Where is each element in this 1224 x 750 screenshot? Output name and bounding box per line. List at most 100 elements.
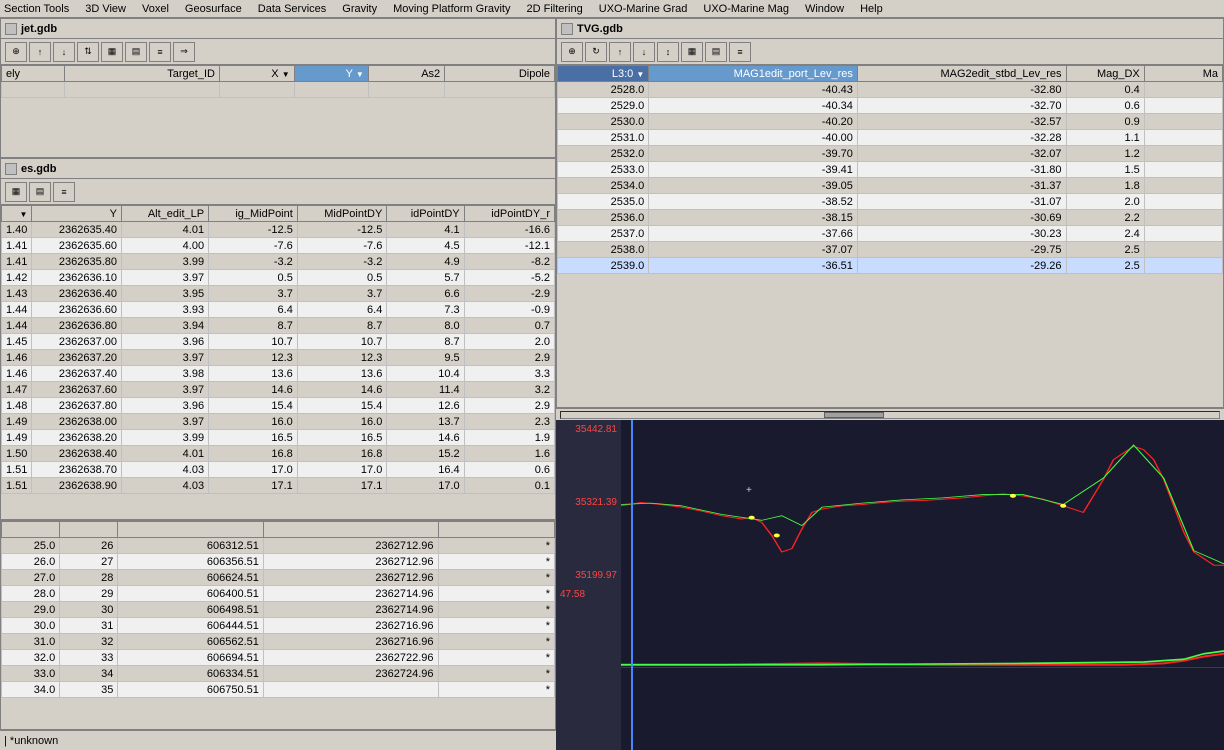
tb-icon1[interactable]: ▦ — [5, 182, 27, 202]
menu-moving-platform-gravity[interactable]: Moving Platform Gravity — [391, 3, 512, 15]
col-idpointdyr: idPointDY_r — [464, 206, 554, 222]
table-row[interactable]: 2531.0-40.00-32.281.1 — [558, 130, 1223, 146]
menu-2d-filtering[interactable]: 2D Filtering — [525, 3, 585, 15]
es-gdb-grid-wrapper[interactable]: ▼ Y Alt_edit_LP ig_MidPoint MidPointDY i… — [1, 205, 555, 494]
table-row[interactable]: 2538.0-37.07-29.752.5 — [558, 242, 1223, 258]
tb-icon2[interactable]: ▤ — [29, 182, 51, 202]
table-row[interactable]: 26.027606356.512362712.96* — [2, 554, 555, 570]
tb-grid1[interactable]: ▦ — [101, 42, 123, 62]
table-row[interactable]: 25.026606312.512362712.96* — [2, 538, 555, 554]
menu-help[interactable]: Help — [858, 3, 885, 15]
tvg-tb-5[interactable]: ↕ — [657, 42, 679, 62]
cell: 2362716.96 — [263, 618, 438, 634]
menu-uxo-marine-grad[interactable]: UXO-Marine Grad — [597, 3, 690, 15]
table-row[interactable]: 1.492362638.003.9716.016.013.72.3 — [2, 414, 555, 430]
tvg-tb-6[interactable]: ▦ — [681, 42, 703, 62]
scrollbar-track[interactable] — [560, 411, 1220, 419]
cell — [294, 82, 368, 98]
cell — [1144, 130, 1222, 146]
table-row[interactable]: 33.034606334.512362724.96* — [2, 666, 555, 682]
cell: 3.98 — [122, 366, 209, 382]
scrollbar-thumb[interactable] — [824, 412, 884, 418]
col-alt: Alt_edit_LP — [122, 206, 209, 222]
table-row[interactable]: 32.033606694.512362722.96* — [2, 650, 555, 666]
chart-bottom-y-axis: 47.58 — [556, 585, 621, 750]
jet-gdb-window: jet.gdb ⊕ ↑ ↓ ⇅ ▦ ▤ ≡ ⇒ ely Target_ID — [0, 18, 556, 158]
menu-3d-view[interactable]: 3D View — [83, 3, 128, 15]
table-row[interactable]: 30.031606444.512362716.96* — [2, 618, 555, 634]
cell: 3.99 — [122, 254, 209, 270]
cell: 9.5 — [387, 350, 464, 366]
table-row[interactable]: 1.502362638.404.0116.816.815.21.6 — [2, 446, 555, 462]
table-row[interactable]: 1.412362635.604.00-7.6-7.64.5-12.1 — [2, 238, 555, 254]
table-row[interactable]: 2535.0-38.52-31.072.0 — [558, 194, 1223, 210]
table-row[interactable]: 2537.0-37.66-30.232.4 — [558, 226, 1223, 242]
table-row[interactable]: 1.512362638.904.0317.117.117.00.1 — [2, 478, 555, 494]
menu-voxel[interactable]: Voxel — [140, 3, 171, 15]
menu-uxo-marine-mag[interactable]: UXO-Marine Mag — [701, 3, 791, 15]
cell: 1.47 — [2, 382, 32, 398]
table-row[interactable]: 2530.0-40.20-32.570.9 — [558, 114, 1223, 130]
tvg-tb-8[interactable]: ≡ — [729, 42, 751, 62]
menu-gravity[interactable]: Gravity — [340, 3, 379, 15]
table-row[interactable]: 1.482362637.803.9615.415.412.62.9 — [2, 398, 555, 414]
tb-up[interactable]: ↑ — [29, 42, 51, 62]
tvg-tb-3[interactable]: ↑ — [609, 42, 631, 62]
cell: -32.57 — [857, 114, 1066, 130]
cell: 34.0 — [2, 682, 60, 698]
table-row[interactable]: 27.028606624.512362712.96* — [2, 570, 555, 586]
table-row[interactable]: 2534.0-39.05-31.371.8 — [558, 178, 1223, 194]
table-row[interactable]: 1.422362636.103.970.50.55.7-5.2 — [2, 270, 555, 286]
table-row[interactable]: 2533.0-39.41-31.801.5 — [558, 162, 1223, 178]
table-row[interactable]: 1.452362637.003.9610.710.78.72.0 — [2, 334, 555, 350]
table-row[interactable]: 2529.0-40.34-32.700.6 — [558, 98, 1223, 114]
chart-scroll-area — [556, 408, 1224, 420]
tb-filter[interactable]: ⇅ — [77, 42, 99, 62]
table-row[interactable]: 1.442362636.603.936.46.47.3-0.9 — [2, 302, 555, 318]
table-row[interactable]: 2539.0-36.51-29.262.5 — [558, 258, 1223, 274]
tb-down[interactable]: ↓ — [53, 42, 75, 62]
tvg-tb-7[interactable]: ▤ — [705, 42, 727, 62]
table-row[interactable]: 29.030606498.512362714.96* — [2, 602, 555, 618]
table-row[interactable]: 1.472362637.603.9714.614.611.43.2 — [2, 382, 555, 398]
cell: 2.0 — [1066, 194, 1144, 210]
es-gdb-window: es.gdb ▦ ▤ ≡ ▼ Y Alt_edit_LP ig_MidP — [0, 158, 556, 520]
tb-icon3[interactable]: ≡ — [53, 182, 75, 202]
cell: 1.40 — [2, 222, 32, 238]
table-row[interactable]: 28.029606400.512362714.96* — [2, 586, 555, 602]
table-row[interactable]: 1.432362636.403.953.73.76.6-2.9 — [2, 286, 555, 302]
table-row[interactable]: 1.462362637.203.9712.312.39.52.9 — [2, 350, 555, 366]
tb-export[interactable]: ⇒ — [173, 42, 195, 62]
tb-grid2[interactable]: ▤ — [125, 42, 147, 62]
table-row[interactable]: 1.442362636.803.948.78.78.00.7 — [2, 318, 555, 334]
table-row[interactable] — [2, 82, 555, 98]
cell: -29.26 — [857, 258, 1066, 274]
cell — [1144, 162, 1222, 178]
cell: * — [438, 634, 554, 650]
table-row[interactable]: 2528.0-40.43-32.800.4 — [558, 82, 1223, 98]
tb-zoom-in[interactable]: ⊕ — [5, 42, 27, 62]
table-row[interactable]: 2532.0-39.70-32.071.2 — [558, 146, 1223, 162]
table-row[interactable]: 34.035606750.51* — [2, 682, 555, 698]
tvg-tb-2[interactable]: ↻ — [585, 42, 607, 62]
menu-section-tools[interactable]: Section Tools — [2, 3, 71, 15]
menu-data-services[interactable]: Data Services — [256, 3, 328, 15]
y-max: 35442.81 — [560, 424, 617, 435]
col-y: Y ▼ — [294, 66, 368, 82]
cell: -39.70 — [649, 146, 858, 162]
cell: 7.3 — [387, 302, 464, 318]
cell: 606498.51 — [118, 602, 264, 618]
table-row[interactable]: 1.402362635.404.01-12.5-12.54.1-16.6 — [2, 222, 555, 238]
cell: -32.70 — [857, 98, 1066, 114]
table-row[interactable]: 1.412362635.803.99-3.2-3.24.9-8.2 — [2, 254, 555, 270]
menu-geosurface[interactable]: Geosurface — [183, 3, 244, 15]
table-row[interactable]: 1.512362638.704.0317.017.016.40.6 — [2, 462, 555, 478]
table-row[interactable]: 2536.0-38.15-30.692.2 — [558, 210, 1223, 226]
menu-window[interactable]: Window — [803, 3, 846, 15]
tb-list[interactable]: ≡ — [149, 42, 171, 62]
table-row[interactable]: 1.462362637.403.9813.613.610.43.3 — [2, 366, 555, 382]
table-row[interactable]: 31.032606562.512362716.96* — [2, 634, 555, 650]
tvg-tb-4[interactable]: ↓ — [633, 42, 655, 62]
table-row[interactable]: 1.492362638.203.9916.516.514.61.9 — [2, 430, 555, 446]
tvg-tb-1[interactable]: ⊕ — [561, 42, 583, 62]
